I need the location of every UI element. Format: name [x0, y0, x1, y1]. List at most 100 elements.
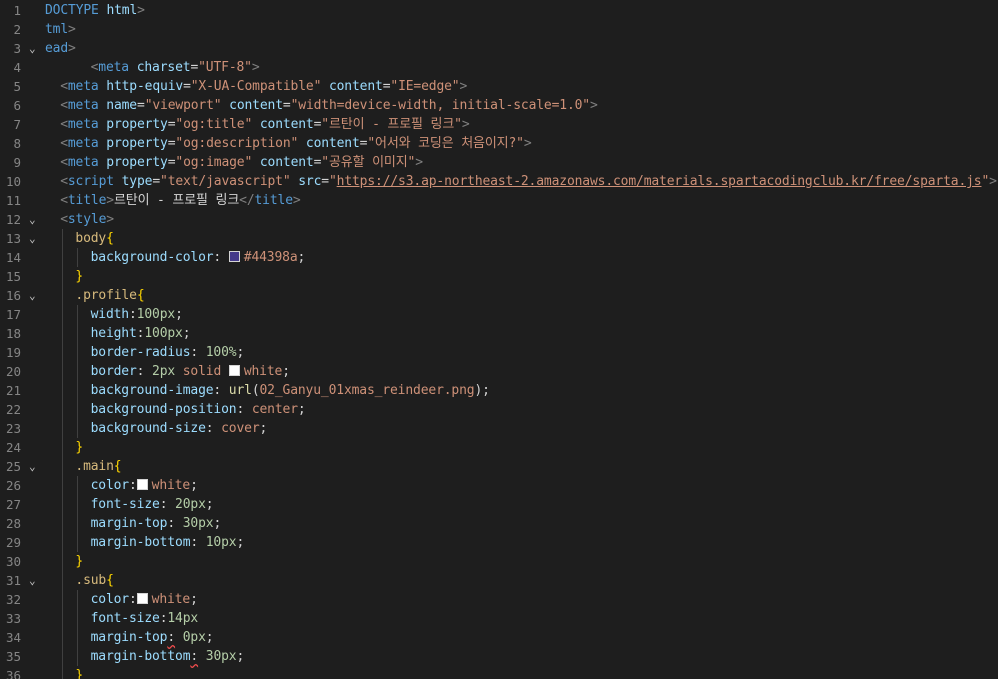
code-line[interactable]: 11 <title>르탄이 - 프로필 링크</title>: [0, 191, 998, 210]
code-line[interactable]: 32 color: white;: [0, 590, 998, 609]
code-text[interactable]: background-size: cover;: [91, 419, 268, 438]
code-text[interactable]: }: [75, 438, 83, 457]
code-line[interactable]: 33 font-size:14px: [0, 609, 998, 628]
indent-guide: [62, 571, 63, 590]
code-line[interactable]: 25 ⌄ .main{: [0, 457, 998, 476]
code-text[interactable]: <script type="text/javascript" src="http…: [60, 172, 997, 191]
code-text[interactable]: .sub{: [75, 571, 114, 590]
code-line[interactable]: 10 <script type="text/javascript" src="ht…: [0, 172, 998, 191]
code-text[interactable]: DOCTYPE html>: [45, 1, 145, 20]
line-number: 5: [13, 79, 21, 94]
code-text[interactable]: }: [75, 666, 83, 679]
code-text[interactable]: height:100px;: [91, 324, 191, 343]
code-line[interactable]: 9 <meta property="og:image" content="공유할 …: [0, 153, 998, 172]
fold-chevron-icon[interactable]: ⌄: [29, 210, 41, 229]
indent-guide: [62, 343, 63, 362]
code-text[interactable]: body{: [75, 229, 114, 248]
indent-guide: [62, 495, 63, 514]
code-line[interactable]: 2 tml>: [0, 20, 998, 39]
code-token: 2px: [152, 364, 176, 379]
code-line[interactable]: 29 margin-bottom: 10px;: [0, 533, 998, 552]
code-text[interactable]: .main{: [75, 457, 121, 476]
code-text[interactable]: color: white;: [91, 476, 198, 495]
fold-chevron-icon[interactable]: ⌄: [29, 286, 41, 305]
code-text[interactable]: }: [75, 552, 83, 571]
code-text[interactable]: <meta charset="UTF-8">: [91, 58, 260, 77]
code-line[interactable]: 12 ⌄ <style>: [0, 210, 998, 229]
code-token: {: [106, 231, 114, 246]
color-swatch-icon[interactable]: [136, 593, 148, 604]
code-text[interactable]: <meta name="viewport" content="width=dev…: [60, 96, 598, 115]
code-text[interactable]: margin-top: 0px;: [91, 628, 214, 647]
fold-chevron-icon[interactable]: ⌄: [29, 229, 41, 248]
code-line[interactable]: 30}: [0, 552, 998, 571]
code-line[interactable]: 18 height:100px;: [0, 324, 998, 343]
code-text[interactable]: <title>르탄이 - 프로필 링크</title>: [60, 191, 301, 210]
code-line[interactable]: 15}: [0, 267, 998, 286]
code-text[interactable]: <style>: [60, 210, 114, 229]
code-line[interactable]: 13 ⌄ body{: [0, 229, 998, 248]
code-line[interactable]: 26 color: white;: [0, 476, 998, 495]
code-line[interactable]: 7 <meta property="og:title" content="르탄이 …: [0, 115, 998, 134]
code-text[interactable]: <meta http-equiv="X-UA-Compatible" conte…: [60, 77, 467, 96]
code-text[interactable]: margin-top: 30px;: [91, 514, 222, 533]
code-token: ;: [190, 478, 198, 493]
code-text[interactable]: ead>: [45, 39, 76, 58]
code-line[interactable]: 20 border: 2px solid white;: [0, 362, 998, 381]
code-line[interactable]: 4 <meta charset="UTF-8">: [0, 58, 998, 77]
code-line[interactable]: 21 background-image: url(02_Ganyu_01xmas_…: [0, 381, 998, 400]
indent-guide: [62, 552, 63, 571]
code-text[interactable]: <meta property="og:description" content=…: [60, 134, 531, 153]
code-line[interactable]: 34 margin-top: 0px;: [0, 628, 998, 647]
code-line[interactable]: 6 <meta name="viewport" content="width=de…: [0, 96, 998, 115]
code-text[interactable]: border-radius: 100%;: [91, 343, 245, 362]
code-editor[interactable]: 1 DOCTYPE html> 2 tml> 3 ⌄ ead> 4 <meta charset=…: [0, 0, 998, 679]
color-swatch-icon[interactable]: [228, 251, 240, 262]
code-text[interactable]: }: [75, 267, 83, 286]
code-token: 20px: [175, 497, 206, 512]
code-text[interactable]: color: white;: [91, 590, 198, 609]
line-number: 6: [13, 98, 21, 113]
code-line[interactable]: 31 ⌄ .sub{: [0, 571, 998, 590]
code-text[interactable]: background-position: center;: [91, 400, 306, 419]
code-text[interactable]: margin-bottom: 30px;: [91, 647, 245, 666]
code-line[interactable]: 16 ⌄ .profile{: [0, 286, 998, 305]
fold-chevron-icon[interactable]: ⌄: [29, 457, 41, 476]
code-text[interactable]: background-color: #44398a;: [91, 248, 306, 267]
code-line[interactable]: 28 margin-top: 30px;: [0, 514, 998, 533]
code-text[interactable]: <meta property="og:image" content="공유할 이…: [60, 153, 423, 172]
code-token: =: [183, 79, 191, 94]
code-line[interactable]: 17 width:100px;: [0, 305, 998, 324]
line-number: 24: [5, 440, 21, 455]
code-line[interactable]: 23 background-size: cover;: [0, 419, 998, 438]
code-line[interactable]: 35 margin-bottom: 30px;: [0, 647, 998, 666]
code-line[interactable]: 8 <meta property="og:description" content…: [0, 134, 998, 153]
code-token: );: [474, 383, 490, 398]
code-line[interactable]: 36}: [0, 666, 998, 679]
code-line[interactable]: 24}: [0, 438, 998, 457]
code-text[interactable]: background-image: url(02_Ganyu_01xmas_re…: [91, 381, 490, 400]
code-line[interactable]: 14 background-color: #44398a;: [0, 248, 998, 267]
indent-guide: [62, 419, 63, 438]
code-line[interactable]: 5 <meta http-equiv="X-UA-Compatible" cont…: [0, 77, 998, 96]
code-text[interactable]: .profile{: [75, 286, 144, 305]
code-text[interactable]: <meta property="og:title" content="르탄이 -…: [60, 115, 469, 134]
code-token: ;: [213, 516, 222, 531]
color-swatch-icon[interactable]: [228, 365, 240, 376]
code-line[interactable]: 3 ⌄ ead>: [0, 39, 998, 58]
color-swatch-icon[interactable]: [136, 479, 148, 490]
code-line[interactable]: 27 font-size: 20px;: [0, 495, 998, 514]
code-line[interactable]: 1 DOCTYPE html>: [0, 1, 998, 20]
code-text[interactable]: border: 2px solid white;: [91, 362, 290, 381]
code-line[interactable]: 22 background-position: center;: [0, 400, 998, 419]
code-text[interactable]: margin-bottom: 10px;: [91, 533, 245, 552]
code-text[interactable]: font-size: 20px;: [91, 495, 214, 514]
code-text[interactable]: width:100px;: [91, 305, 183, 324]
code-text[interactable]: tml>: [45, 20, 76, 39]
code-token: property: [106, 155, 168, 170]
fold-chevron-icon[interactable]: ⌄: [29, 571, 41, 590]
code-text[interactable]: font-size:14px: [91, 609, 199, 628]
code-line[interactable]: 19 border-radius: 100%;: [0, 343, 998, 362]
fold-chevron-icon[interactable]: ⌄: [29, 39, 41, 58]
